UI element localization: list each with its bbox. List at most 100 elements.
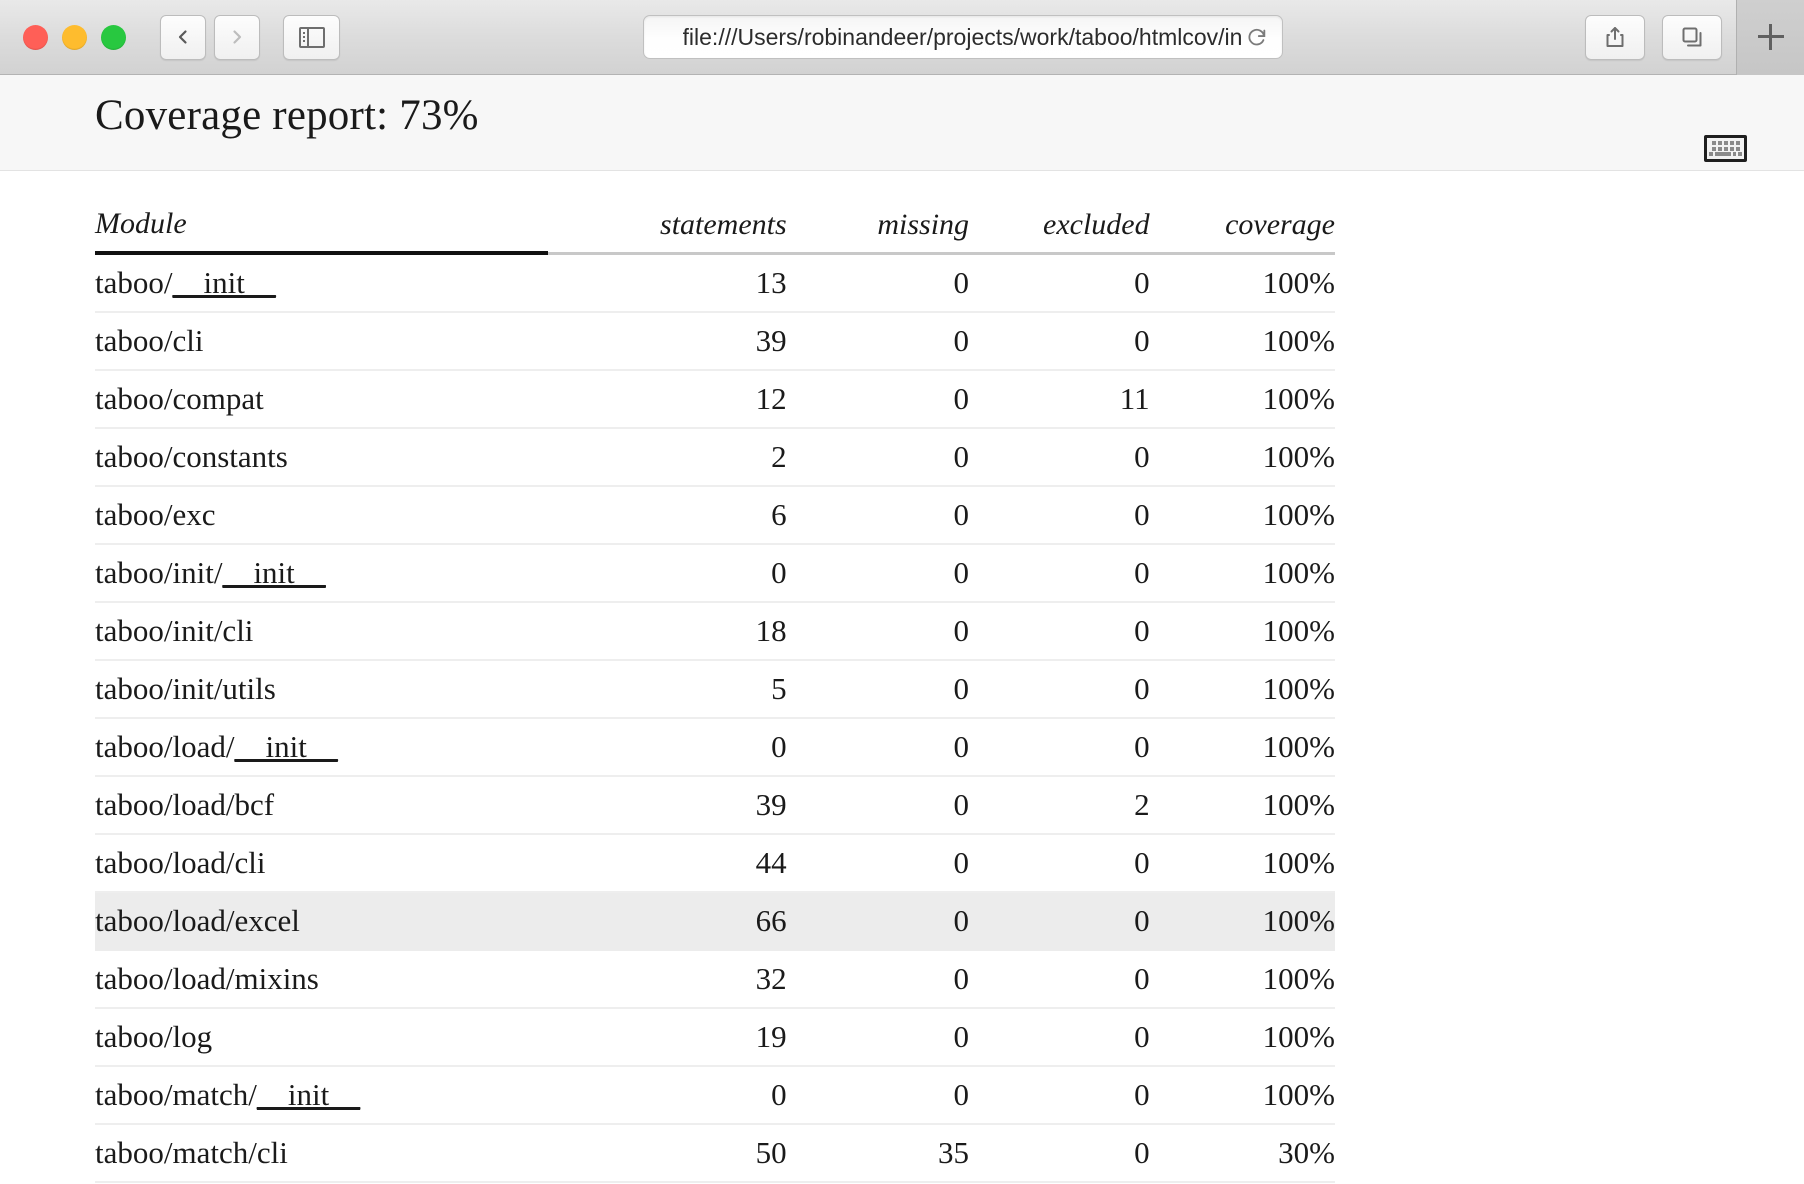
module-link[interactable]: taboo/init/utils — [95, 671, 276, 706]
cell-excluded: 0 — [969, 486, 1150, 544]
cell-excluded: 0 — [969, 544, 1150, 602]
cell-coverage: 100% — [1150, 253, 1335, 312]
cell-coverage: 100% — [1150, 602, 1335, 660]
cell-missing: 0 — [787, 834, 969, 892]
cell-missing: 0 — [787, 1066, 969, 1124]
module-link[interactable]: taboo/match/cli — [95, 1135, 288, 1170]
cell-statements: 13 — [548, 253, 786, 312]
cell-missing: 0 — [787, 718, 969, 776]
table-row[interactable]: taboo/load/cli4400100% — [95, 834, 1335, 892]
cell-missing: 0 — [787, 428, 969, 486]
table-row[interactable]: taboo/init/cli1800100% — [95, 602, 1335, 660]
cell-statements: 18 — [548, 602, 786, 660]
cell-coverage: 100% — [1150, 834, 1335, 892]
cell-excluded: 0 — [969, 892, 1150, 950]
url-text: file:///Users/robinandeer/projects/work/… — [683, 24, 1243, 51]
column-header-module[interactable]: Module — [95, 191, 548, 253]
cell-excluded: 0 — [969, 1124, 1150, 1182]
cell-coverage: 100% — [1150, 718, 1335, 776]
cell-module: taboo/match/cli — [95, 1124, 548, 1182]
table-row[interactable]: taboo/match/__init__000100% — [95, 1066, 1335, 1124]
back-button[interactable] — [160, 15, 206, 60]
cell-excluded: 0 — [969, 312, 1150, 370]
table-row[interactable]: taboo/load/bcf3902100% — [95, 776, 1335, 834]
table-row[interactable]: taboo/compat12011100% — [95, 370, 1335, 428]
module-link[interactable]: taboo/load/bcf — [95, 787, 274, 822]
column-header-coverage[interactable]: coverage — [1150, 191, 1335, 253]
table-row[interactable]: taboo/load/mixins3200100% — [95, 950, 1335, 1008]
module-link-suffix: __init__ — [173, 265, 276, 300]
table-container: Module statements missing excluded cover… — [0, 171, 1804, 1183]
tab-overview-button[interactable] — [1662, 15, 1722, 60]
module-link[interactable]: taboo/__init__ — [95, 265, 276, 300]
module-link[interactable]: taboo/load/mixins — [95, 961, 319, 996]
cell-statements: 5 — [548, 660, 786, 718]
cell-module: taboo/compat — [95, 370, 548, 428]
cell-statements: 19 — [548, 1008, 786, 1066]
table-row[interactable]: taboo/match/cli5035030% — [95, 1124, 1335, 1182]
forward-button[interactable] — [214, 15, 260, 60]
table-header-row: Module statements missing excluded cover… — [95, 191, 1335, 253]
address-bar[interactable]: file:///Users/robinandeer/projects/work/… — [643, 15, 1283, 59]
cell-module: taboo/load/excel — [95, 892, 548, 950]
cell-module: taboo/log — [95, 1008, 548, 1066]
module-link[interactable]: taboo/compat — [95, 381, 264, 416]
cell-module: taboo/__init__ — [95, 253, 548, 312]
sidebar-toggle-button[interactable] — [283, 15, 340, 60]
module-link[interactable]: taboo/log — [95, 1019, 212, 1054]
toolbar-right-buttons — [1585, 15, 1722, 60]
module-link[interactable]: taboo/cli — [95, 323, 203, 358]
cell-statements: 66 — [548, 892, 786, 950]
browser-toolbar: file:///Users/robinandeer/projects/work/… — [0, 0, 1804, 75]
module-link[interactable]: taboo/match/__init__ — [95, 1077, 360, 1112]
column-header-missing[interactable]: missing — [787, 191, 969, 253]
keyboard-row — [1709, 141, 1742, 145]
table-row[interactable]: taboo/__init__1300100% — [95, 253, 1335, 312]
close-window-button[interactable] — [23, 25, 48, 50]
cell-module: taboo/init/cli — [95, 602, 548, 660]
keyboard-row — [1709, 147, 1742, 151]
module-link[interactable]: taboo/init/cli — [95, 613, 253, 648]
module-link[interactable]: taboo/load/cli — [95, 845, 265, 880]
cell-statements: 39 — [548, 312, 786, 370]
column-header-excluded[interactable]: excluded — [969, 191, 1150, 253]
keyboard-shortcuts-icon[interactable] — [1704, 135, 1747, 162]
cell-missing: 0 — [787, 1008, 969, 1066]
table-row[interactable]: taboo/load/__init__000100% — [95, 718, 1335, 776]
coverage-table: Module statements missing excluded cover… — [95, 191, 1335, 1183]
table-row[interactable]: taboo/log1900100% — [95, 1008, 1335, 1066]
maximize-window-button[interactable] — [101, 25, 126, 50]
table-row[interactable]: taboo/init/__init__000100% — [95, 544, 1335, 602]
reload-button[interactable] — [1244, 24, 1270, 50]
cell-statements: 12 — [548, 370, 786, 428]
module-link[interactable]: taboo/load/__init__ — [95, 729, 338, 764]
cell-coverage: 100% — [1150, 544, 1335, 602]
cell-coverage: 100% — [1150, 486, 1335, 544]
new-tab-button[interactable] — [1736, 0, 1804, 75]
cell-excluded: 0 — [969, 950, 1150, 1008]
table-body: taboo/__init__1300100%taboo/cli3900100%t… — [95, 253, 1335, 1182]
cell-coverage: 100% — [1150, 776, 1335, 834]
module-link[interactable]: taboo/init/__init__ — [95, 555, 326, 590]
module-link[interactable]: taboo/exc — [95, 497, 216, 532]
module-link[interactable]: taboo/constants — [95, 439, 288, 474]
column-header-statements[interactable]: statements — [548, 191, 786, 253]
cell-missing: 0 — [787, 660, 969, 718]
cell-coverage: 100% — [1150, 370, 1335, 428]
table-row[interactable]: taboo/init/utils500100% — [95, 660, 1335, 718]
table-row[interactable]: taboo/load/excel6600100% — [95, 892, 1335, 950]
cell-excluded: 0 — [969, 602, 1150, 660]
table-row[interactable]: taboo/constants200100% — [95, 428, 1335, 486]
table-row[interactable]: taboo/exc600100% — [95, 486, 1335, 544]
cell-excluded: 0 — [969, 660, 1150, 718]
sidebar-icon — [299, 27, 325, 48]
cell-module: taboo/load/cli — [95, 834, 548, 892]
cell-statements: 0 — [548, 1066, 786, 1124]
cell-missing: 0 — [787, 486, 969, 544]
module-link-suffix: __init__ — [222, 555, 325, 590]
module-link[interactable]: taboo/load/excel — [95, 903, 300, 938]
table-row[interactable]: taboo/cli3900100% — [95, 312, 1335, 370]
share-button[interactable] — [1585, 15, 1645, 60]
minimize-window-button[interactable] — [62, 25, 87, 50]
cell-coverage: 30% — [1150, 1124, 1335, 1182]
